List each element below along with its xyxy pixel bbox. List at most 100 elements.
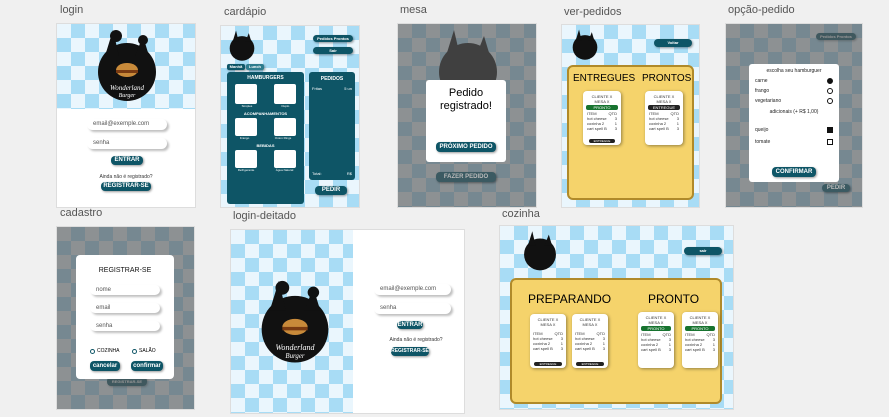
next-order-button[interactable]: PRÓXIMO PEDIDO (436, 142, 496, 152)
brand-line2: Burger (285, 353, 305, 360)
tab-lunch[interactable]: Lunch (246, 64, 264, 70)
status-badge: PRONTO (685, 326, 715, 331)
kitchen-board: PREPARANDO PRONTO CLIENTE X MESA X ITEM Q… (510, 278, 722, 404)
password-field[interactable]: senha (87, 138, 167, 149)
enter-button[interactable]: ENTRAR (111, 156, 143, 165)
order-qty: 5 un (344, 86, 352, 91)
card-title: CLIENTE X MESA X (689, 315, 711, 325)
row-item: cart spell B (641, 347, 661, 352)
exit-button[interactable]: sair (684, 247, 722, 255)
menu-item[interactable] (235, 118, 258, 136)
register-button[interactable]: REGISTRAR-SE (101, 182, 151, 191)
drinks-title: BEBIDAS (256, 143, 275, 148)
option-label: vegetariano (755, 98, 782, 104)
cancel-button[interactable]: cancelar (90, 361, 120, 371)
not-registered-text: Ainda não é registrado? (99, 174, 153, 180)
radio[interactable] (827, 98, 833, 104)
make-order-button[interactable]: FAZER PEDIDO (436, 172, 496, 182)
status-badge: PRONTO (641, 326, 671, 331)
label-login-deitado: login-deitado (233, 210, 296, 222)
menu-item[interactable] (273, 150, 296, 168)
card-title: CLIENTE X MESA X (579, 317, 601, 327)
tab-manha[interactable]: Manhã (227, 64, 245, 70)
email-field[interactable]: email (90, 303, 160, 313)
row-qty: 3 (614, 126, 617, 131)
menu-item[interactable] (235, 84, 258, 104)
register-title: REGISTRAR-SE (98, 267, 152, 274)
brand-line1: Wonderland (110, 84, 144, 92)
preparing-title: PREPARANDO (528, 292, 612, 306)
total-label: Total: (312, 171, 322, 176)
total-value: R$ (346, 171, 352, 176)
card-title: CLIENTE X MESA X (591, 94, 613, 104)
item-label: Refrigerante (237, 168, 255, 172)
cardapio-frame: Pedidos Prontos Sair Manhã Lunch HAMBURG… (221, 26, 359, 207)
brand-logo (229, 30, 255, 61)
confirm-button[interactable]: confirmar (131, 361, 163, 371)
add-label: queijo (755, 127, 769, 133)
delivered-title: ENTREGUES (573, 73, 636, 84)
option-label: carne (755, 78, 768, 84)
radio[interactable] (827, 88, 833, 94)
radio-selected[interactable] (827, 78, 833, 84)
checkbox-checked[interactable] (827, 127, 833, 133)
options-dialog: escolha seu hamburguer carne frango vege… (749, 64, 839, 182)
menu-panel: HAMBURGERS Simples Duplo ACOMPANHAMENTOS… (227, 72, 304, 204)
item-label: Onion Rings (274, 136, 292, 140)
confirm-button[interactable]: CONFIRMAR (772, 167, 816, 177)
row-item: cart spell B (649, 126, 669, 131)
card-title: CLIENTE X MESA X (653, 94, 675, 104)
label-cozinha: cozinha (502, 208, 540, 220)
menu-item[interactable] (273, 118, 296, 136)
radio[interactable] (132, 348, 137, 354)
cadastro-frame: REGISTRAR-SE REGISTRAR-SE nome email sen… (57, 227, 194, 409)
order-button[interactable]: PEDIR (315, 186, 347, 195)
enter-button[interactable]: ENTRAR (397, 321, 423, 329)
row-qty: 3 (602, 346, 605, 351)
email-field[interactable]: email@exemple.com (87, 119, 167, 130)
mesa-frame: Pedido registrado! PRÓXIMO PEDIDO FAZER … (398, 24, 536, 207)
name-field[interactable]: nome (90, 285, 160, 295)
password-field[interactable]: senha (90, 321, 160, 331)
exit-button[interactable]: Sair (313, 47, 353, 54)
login-deitado-frame: Wonderland Burger email@exemple.com senh… (231, 230, 464, 413)
label-ver-pedidos: ver-pedidos (564, 6, 622, 18)
not-registered-text: Ainda não é registrado? (389, 337, 443, 343)
row-qty: 3 (676, 126, 679, 131)
ready-orders-button[interactable]: Pedidos Prontos (313, 35, 353, 42)
checkbox[interactable] (827, 139, 833, 145)
row-qty: 3 (560, 346, 563, 351)
role-kitchen-label: COZINHA (97, 348, 120, 354)
order-item: Fritas (312, 86, 322, 91)
order-card: CLIENTE X MESA X ITEM QTD hot cheese 3 cox… (572, 314, 608, 368)
item-label: Frango (239, 136, 250, 140)
status-badge: ENTREGUE (648, 105, 680, 110)
radio[interactable] (90, 348, 95, 354)
menu-item[interactable] (235, 150, 258, 168)
row-item: cart spell B (575, 346, 595, 351)
order-button[interactable]: PEDIR (822, 184, 850, 192)
brand-line2: Burger (119, 93, 136, 99)
option-label: frango (755, 88, 770, 94)
order-card: CLIENTE X MESA X ENTREGUE ITEM QTD hot ch… (645, 91, 683, 145)
brand-logo: Wonderland Burger (98, 30, 156, 101)
modal-dialog: Pedido registrado! PRÓXIMO PEDIDO (426, 80, 506, 162)
hamburgers-title: HAMBURGERS (247, 75, 284, 81)
register-button[interactable]: REGISTRAR-SE (391, 347, 429, 356)
row-qty: 3 (668, 347, 671, 352)
email-field[interactable]: email@exemple.com (374, 284, 451, 295)
deliver-button[interactable]: ENTREGUE (534, 362, 562, 366)
opcao-pedido-frame: Pedidos Prontos PEDIR escolha seu hambur… (726, 24, 862, 207)
deliver-button[interactable]: ENTREGUE (576, 362, 604, 366)
register-dialog: REGISTRAR-SE nome email senha COZINHA SA… (76, 255, 174, 379)
password-field[interactable]: senha (374, 303, 451, 314)
deliver-button[interactable]: ENTREGUE (589, 139, 615, 143)
order-card: CLIENTE X MESA X PRONTO ITEM QTD hot chee… (638, 312, 674, 368)
menu-item[interactable] (273, 84, 296, 104)
back-button[interactable]: Voltar (654, 39, 692, 47)
label-cardapio: cardápio (224, 6, 267, 18)
row-item: cart spell B (587, 126, 607, 131)
cozinha-frame: sair PREPARANDO PRONTO CLIENTE X MESA X … (500, 226, 733, 409)
label-cadastro: cadastro (60, 207, 103, 219)
role-hall-label: SALÃO (139, 348, 156, 354)
